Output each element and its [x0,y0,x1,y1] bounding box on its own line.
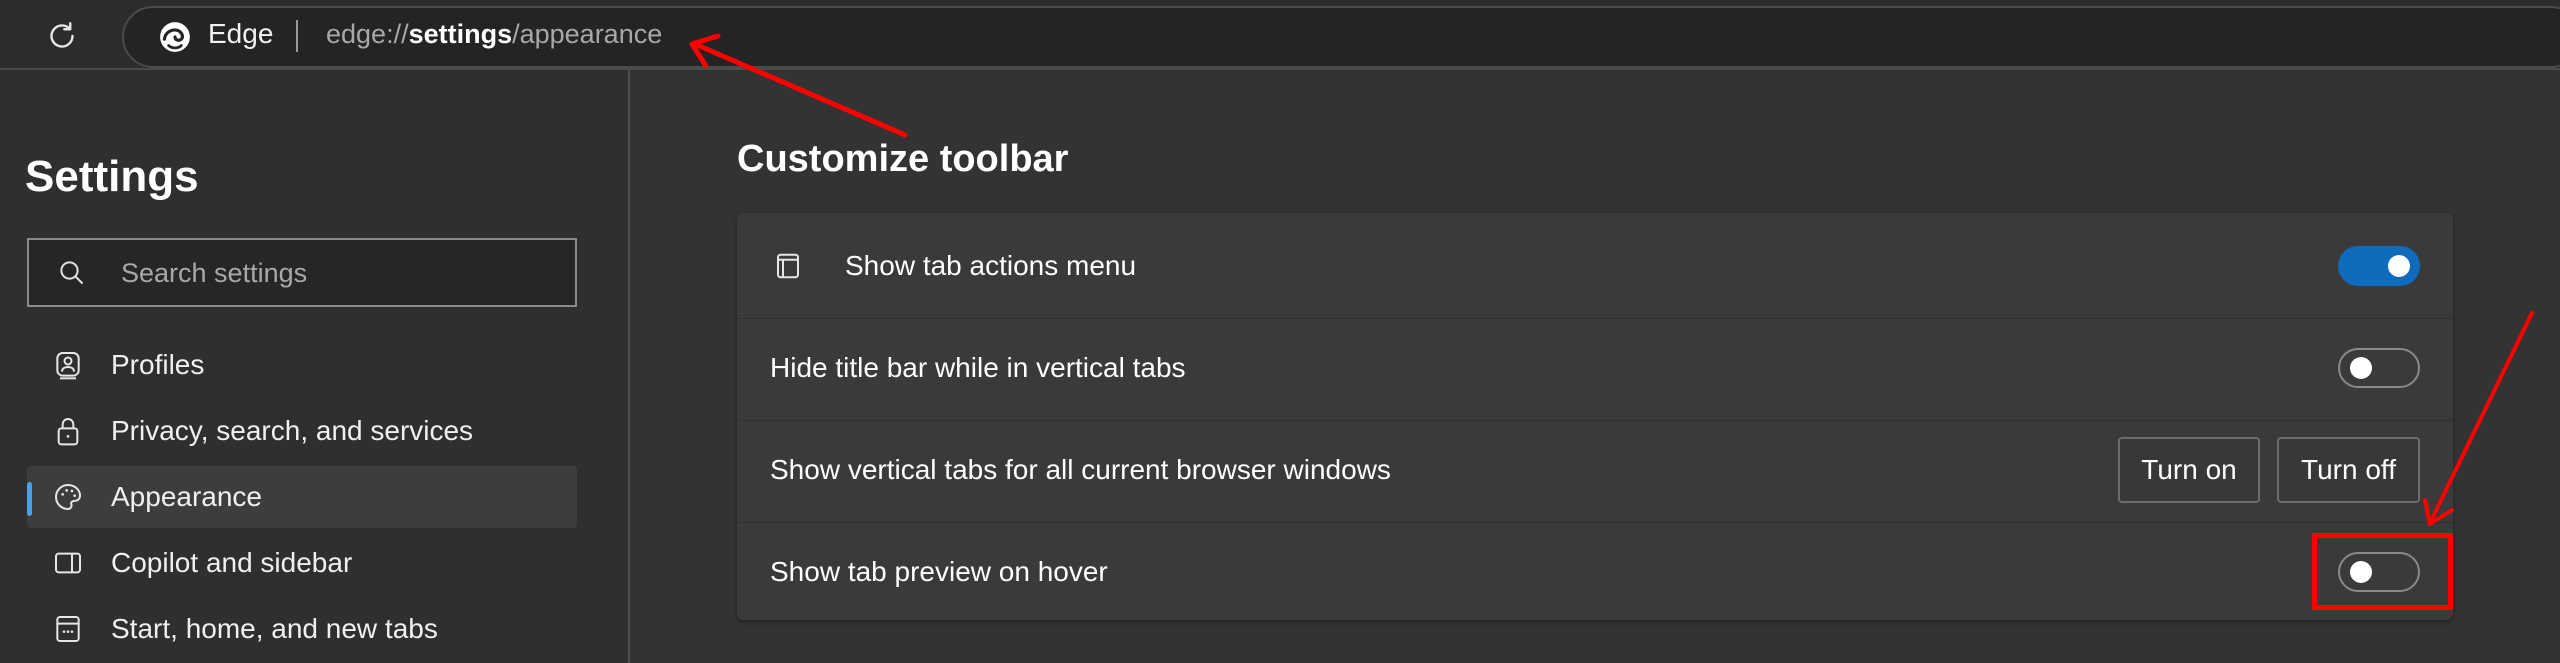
tab-preview-toggle[interactable] [2338,552,2420,592]
lock-icon [57,418,79,446]
setting-row-tab-actions-menu: Show tab actions menu [737,216,2453,316]
palette-icon [54,483,82,511]
search-icon [60,261,83,284]
address-bar-url[interactable]: edge://settings/appearance [326,19,662,50]
search-box[interactable] [27,238,577,307]
sidebar-item-copilot[interactable]: Copilot and sidebar [27,532,577,594]
sidebar-item-privacy[interactable]: Privacy, search, and services [27,400,577,462]
toggle-knob [2350,561,2372,583]
customize-toolbar-card: Show tab actions menu Hide title bar whi… [737,213,2453,620]
setting-label: Show tab actions menu [845,250,1137,281]
tab-actions-icon [777,253,799,279]
section-title: Customize toolbar [737,138,1069,180]
search-input[interactable] [119,250,563,296]
sidebar-item-label: Copilot and sidebar [111,547,353,578]
toggle-knob [2350,357,2372,379]
sidebar-item-label: Appearance [111,481,263,512]
browser-toolbar: Edge edge://settings/appearance [0,0,2560,70]
sidebar-item-label: Privacy, search, and services [111,415,474,446]
setting-row-tab-preview: Show tab preview on hover [737,522,2453,622]
row-divider [737,420,2453,421]
profile-icon [56,352,80,380]
setting-label: Show tab preview on hover [770,556,1108,587]
hide-title-bar-toggle[interactable] [2338,348,2420,388]
url-prefix: edge:// [326,19,409,49]
row-divider [737,522,2453,523]
turn-on-button[interactable]: Turn on [2118,437,2260,503]
setting-label: Show vertical tabs for all current brows… [770,454,1391,485]
sidebar-panel-icon [55,552,81,574]
url-host: settings [408,19,513,49]
edge-logo-icon [160,22,190,52]
settings-sidebar: Settings Profiles Privacy, search, and s… [0,70,630,663]
setting-label: Hide title bar while in vertical tabs [770,352,1186,383]
new-tab-icon [56,616,80,642]
sidebar-item-profiles[interactable]: Profiles [27,334,577,396]
url-path: /appearance [512,19,663,49]
browser-brand-label: Edge [208,18,274,49]
turn-off-button[interactable]: Turn off [2277,437,2420,503]
settings-title: Settings [25,152,199,201]
sidebar-item-start-home[interactable]: Start, home, and new tabs [27,598,577,660]
setting-row-hide-title-bar: Hide title bar while in vertical tabs [737,318,2453,418]
row-divider [737,318,2453,319]
sidebar-item-label: Profiles [111,349,205,380]
address-separator [296,20,298,52]
toggle-knob [2388,255,2410,277]
setting-row-vertical-tabs: Show vertical tabs for all current brows… [737,420,2453,520]
tab-actions-menu-toggle[interactable] [2338,246,2420,286]
sidebar-item-label: Start, home, and new tabs [111,613,438,644]
sidebar-item-appearance[interactable]: Appearance [27,466,577,528]
reload-icon[interactable] [44,18,80,54]
